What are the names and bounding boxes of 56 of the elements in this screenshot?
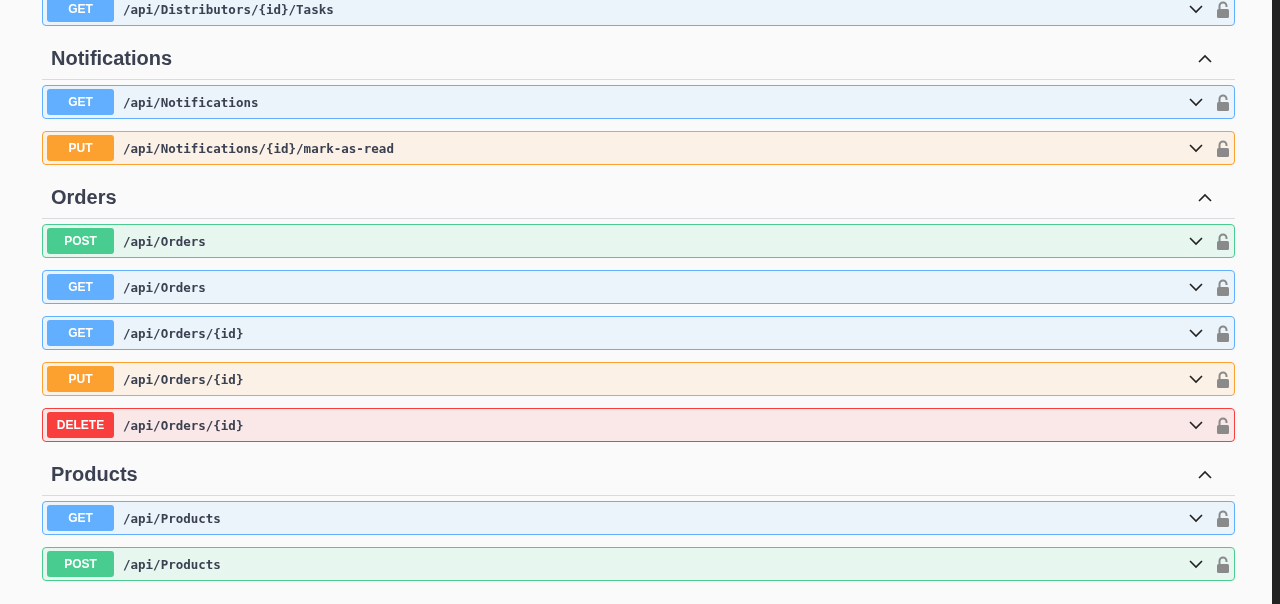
- padlock-icon[interactable]: [1216, 278, 1230, 296]
- endpoint-path: /api/Orders: [123, 279, 207, 295]
- padlock-icon[interactable]: [1216, 324, 1230, 342]
- method-label: PUT: [47, 366, 114, 392]
- endpoint-row[interactable]: GET /api/Notifications: [42, 85, 1235, 119]
- endpoint-row[interactable]: POST /api/Products: [42, 547, 1235, 581]
- method-label: PUT: [47, 135, 114, 161]
- endpoint-row[interactable]: DELETE /api/Orders/{id}: [42, 408, 1235, 442]
- method-label: GET: [47, 505, 114, 531]
- padlock-icon[interactable]: [1216, 416, 1230, 434]
- method-label: GET: [47, 89, 114, 115]
- endpoint-row[interactable]: GET /api/Products: [42, 501, 1235, 535]
- endpoint-path: /api/Products: [123, 556, 222, 572]
- padlock-icon[interactable]: [1216, 509, 1230, 527]
- endpoint-path: /api/Notifications/{id}/mark-as-read: [123, 140, 395, 156]
- method-label: GET: [47, 274, 114, 300]
- method-label: GET: [47, 320, 114, 346]
- chevron-up-icon[interactable]: [1197, 192, 1213, 203]
- endpoint-path: /api/Notifications: [123, 94, 260, 110]
- endpoint-row[interactable]: GET /api/Orders/{id}: [42, 316, 1235, 350]
- padlock-icon[interactable]: [1216, 93, 1230, 111]
- endpoint-path: /api/Products: [123, 510, 222, 526]
- endpoint-row[interactable]: POST /api/Orders: [42, 224, 1235, 258]
- method-label: POST: [47, 228, 114, 254]
- endpoint-row[interactable]: GET /api/Orders: [42, 270, 1235, 304]
- endpoint-path: /api/Orders: [123, 233, 207, 249]
- method-label: GET: [47, 0, 114, 22]
- chevron-down-icon[interactable]: [1188, 282, 1204, 292]
- padlock-icon[interactable]: [1216, 139, 1230, 157]
- chevron-down-icon[interactable]: [1188, 143, 1204, 153]
- chevron-down-icon[interactable]: [1188, 97, 1204, 107]
- section-title[interactable]: Notifications: [51, 47, 1197, 70]
- endpoint-path: /api/Distributors/{id}/Tasks: [123, 1, 335, 17]
- section-title[interactable]: Products: [51, 463, 1197, 486]
- padlock-icon[interactable]: [1216, 0, 1230, 18]
- chevron-down-icon[interactable]: [1188, 4, 1204, 14]
- chevron-down-icon[interactable]: [1188, 559, 1204, 569]
- section-title[interactable]: Orders: [51, 186, 1197, 209]
- chevron-down-icon[interactable]: [1188, 328, 1204, 338]
- chevron-down-icon[interactable]: [1188, 374, 1204, 384]
- chevron-up-icon[interactable]: [1197, 53, 1213, 64]
- method-label: POST: [47, 551, 114, 577]
- padlock-icon[interactable]: [1216, 232, 1230, 250]
- chevron-down-icon[interactable]: [1188, 236, 1204, 246]
- endpoint-row[interactable]: PUT /api/Orders/{id}: [42, 362, 1235, 396]
- endpoint-row[interactable]: PUT /api/Notifications/{id}/mark-as-read: [42, 131, 1235, 165]
- padlock-icon[interactable]: [1216, 555, 1230, 573]
- endpoint-row[interactable]: GET /api/Distributors/{id}/Tasks: [42, 0, 1235, 26]
- chevron-up-icon[interactable]: [1197, 469, 1213, 480]
- chevron-down-icon[interactable]: [1188, 513, 1204, 523]
- endpoint-path: /api/Orders/{id}: [123, 371, 245, 387]
- chevron-down-icon[interactable]: [1188, 420, 1204, 430]
- endpoint-path: /api/Orders/{id}: [123, 417, 245, 433]
- endpoint-path: /api/Orders/{id}: [123, 325, 245, 341]
- padlock-icon[interactable]: [1216, 370, 1230, 388]
- method-label: DELETE: [47, 412, 114, 438]
